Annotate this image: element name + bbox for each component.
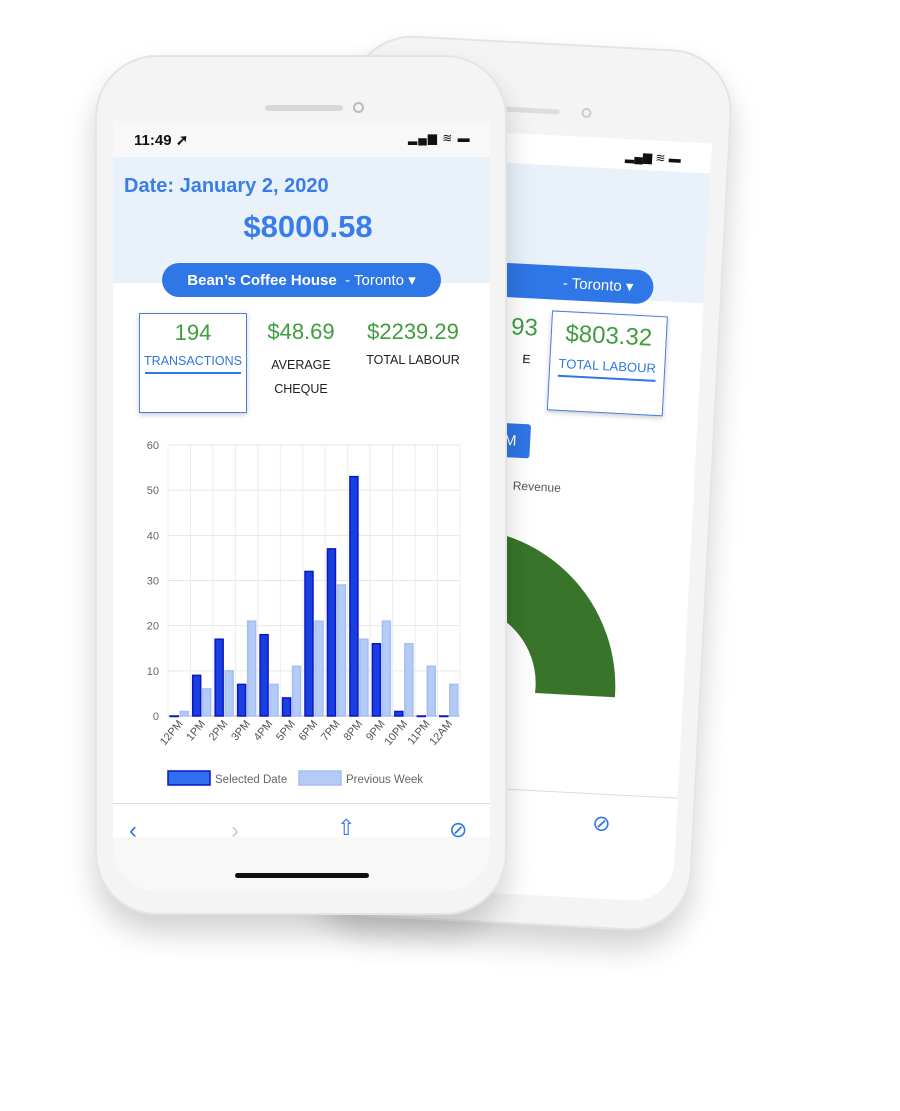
bar-selected-date xyxy=(439,715,449,718)
legend-label: Revenue xyxy=(512,478,562,496)
bar-previous-week xyxy=(201,688,212,717)
x-tick-label: 8PM xyxy=(341,718,365,743)
bar-selected-date xyxy=(349,475,359,717)
camera-icon xyxy=(581,107,592,119)
store-selector[interactable]: Bean’s Coffee House - Toronto ▾ xyxy=(162,263,441,297)
bar-selected-date xyxy=(371,642,382,717)
legend-swatch xyxy=(167,770,211,786)
speaker-grille xyxy=(265,105,343,111)
store-name: Bean’s Coffee House xyxy=(187,271,337,289)
bar-selected-date xyxy=(259,633,269,717)
bar-selected-date xyxy=(281,697,292,717)
bar-selected-date xyxy=(236,683,247,717)
legend-label: Selected Date xyxy=(215,774,287,786)
stat-label: TRANSACTIONS xyxy=(144,354,242,368)
bar-selected-date xyxy=(326,548,337,717)
selected-underline xyxy=(557,374,656,382)
bar-previous-week xyxy=(404,642,414,717)
bar-previous-week xyxy=(269,683,279,717)
compass-icon[interactable]: ⊘ xyxy=(449,817,467,843)
stat-label: TOTAL LABOUR xyxy=(558,355,657,376)
stat-value: $2239.29 xyxy=(367,319,459,344)
legend-label: Previous Week xyxy=(346,774,423,786)
x-tick-label: 6PM xyxy=(297,718,321,743)
share-icon[interactable]: ⇧ xyxy=(337,815,355,841)
x-tick-label: 5PM xyxy=(274,718,298,743)
location-label: - Toronto xyxy=(562,274,623,295)
stat-label: AVERAGE CHEQUE xyxy=(271,358,331,396)
y-tick-label: 60 xyxy=(147,440,159,452)
bar-previous-week xyxy=(426,665,437,717)
front-phone: 11:49 ➚ ▂▄▆ ≋ ▬ Date: January 2, 2020 $8… xyxy=(95,55,507,915)
stat-value: 93 xyxy=(510,313,539,342)
x-tick-label: 3PM xyxy=(229,718,253,743)
location-arrow-icon: ➚ xyxy=(175,132,189,149)
speaker-grille xyxy=(499,106,560,115)
bar-selected-date xyxy=(214,638,224,717)
status-icons: ▂▄▆ ≋ ▬ xyxy=(624,149,682,166)
stat-total-labour[interactable]: $803.32 TOTAL LABOUR xyxy=(546,310,668,417)
front-screen: 11:49 ➚ ▂▄▆ ≋ ▬ Date: January 2, 2020 $8… xyxy=(113,121,490,891)
transactions-bar-chart: 0 10 20 30 40 50 60 12PM1PM2PM3PM4PM5PM6PM7PM8P… xyxy=(147,440,461,786)
x-tick-label: 12PM xyxy=(158,718,186,748)
compass-icon[interactable]: ⊘ xyxy=(592,810,612,837)
bar-previous-week xyxy=(381,620,392,717)
toolbar-divider xyxy=(113,803,490,804)
caret-down-icon: ▾ xyxy=(408,272,416,289)
bar-selected-date xyxy=(394,710,404,717)
forward-icon[interactable]: › xyxy=(231,817,239,845)
x-tick-label: 2PM xyxy=(207,718,231,743)
bar-selected-date xyxy=(304,570,314,717)
stat-value: $803.32 xyxy=(564,320,653,352)
y-tick-label: 50 xyxy=(147,485,159,497)
bar-previous-week xyxy=(314,620,324,717)
bar-previous-week xyxy=(359,638,369,717)
bar-previous-week xyxy=(246,620,257,717)
selected-underline xyxy=(145,372,241,374)
y-tick-label: 40 xyxy=(147,530,159,542)
stat-value: $48.69 xyxy=(267,319,335,344)
y-tick-label: 30 xyxy=(147,576,159,588)
bar-previous-week xyxy=(449,683,459,717)
x-tick-label: 4PM xyxy=(252,718,276,743)
bar-previous-week xyxy=(179,710,189,717)
date-title: Date: January 2, 2020 xyxy=(124,175,329,197)
stat-value: 194 xyxy=(174,320,212,345)
stat-label: E xyxy=(522,351,531,367)
x-tick-label: 10PM xyxy=(382,718,410,748)
bar-previous-week xyxy=(336,584,347,717)
x-tick-label: 1PM xyxy=(184,718,208,743)
location-label: - Toronto xyxy=(345,271,405,289)
donut-segment xyxy=(491,532,616,698)
status-time: 11:49 ➚ xyxy=(134,132,189,149)
legend-swatch xyxy=(298,770,342,786)
bar-selected-date xyxy=(416,715,427,718)
y-tick-label: 20 xyxy=(147,621,159,633)
x-tick-label: 7PM xyxy=(319,718,343,743)
status-icons: ▂▄▆ ≋ ▬ xyxy=(408,131,471,145)
stat-transactions[interactable]: 194 TRANSACTIONS xyxy=(139,313,247,413)
stat-average-cheque[interactable]: $48.69 AVERAGE CHEQUE xyxy=(253,313,349,401)
bar-previous-week xyxy=(291,665,302,717)
stat-label: TOTAL LABOUR xyxy=(366,353,460,367)
y-tick-label: 10 xyxy=(147,666,159,678)
daily-total: $8000.58 xyxy=(243,209,373,244)
stat-total-labour[interactable]: $2239.29 TOTAL LABOUR xyxy=(353,313,473,367)
x-tick-label: 12AM xyxy=(427,718,455,748)
y-tick-label: 0 xyxy=(153,711,159,723)
home-indicator[interactable] xyxy=(235,873,369,878)
back-icon[interactable]: ‹ xyxy=(129,817,137,845)
bar-previous-week xyxy=(224,670,234,717)
bar-selected-date xyxy=(169,715,179,718)
x-tick-label: 11PM xyxy=(405,718,432,747)
bar-selected-date xyxy=(191,674,202,717)
camera-icon xyxy=(353,102,364,113)
